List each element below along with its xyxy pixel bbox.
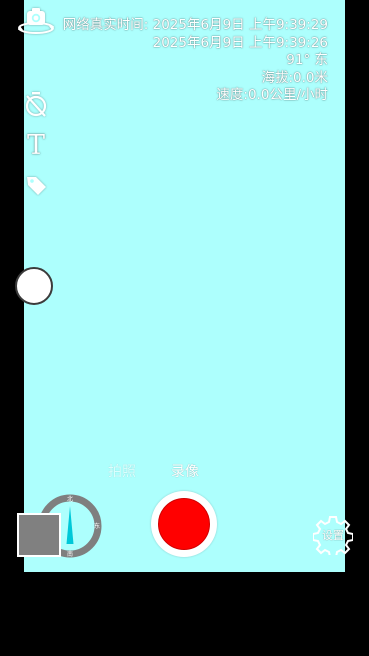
settings-button[interactable]: 设置 [312, 515, 354, 558]
text-icon-glyph: T [26, 129, 45, 161]
settings-label: 设置 [322, 529, 344, 542]
compass-north-label: 北 [67, 495, 73, 503]
timer-off-icon[interactable] [24, 91, 48, 117]
compass-needle [66, 506, 74, 544]
record-button-inner [158, 498, 210, 550]
timestamp-watermark: 网络真实时间: 2025年6月9日 上午9:39:29 2025年6月9日 上午… [63, 17, 328, 105]
tab-photo[interactable]: 拍照 [108, 461, 136, 481]
tab-video[interactable]: 录像 [171, 461, 199, 481]
focus-ring[interactable] [15, 267, 53, 305]
camera-screen: 网络真实时间: 2025年6月9日 上午9:39:29 2025年6月9日 上午… [0, 0, 369, 656]
text-icon[interactable]: T [22, 129, 50, 161]
tag-icon[interactable] [24, 173, 48, 197]
device-time-text: 2025年6月9日 上午9:39:26 [152, 34, 328, 51]
speed-text: 速度:0.0公里/小时 [216, 87, 328, 104]
record-button[interactable] [151, 491, 217, 557]
heading-text: 91° 东 [286, 52, 328, 69]
altitude-text: 海拔:0.0米 [261, 69, 328, 86]
compass-south-label: 南 [67, 550, 73, 558]
compass-east-label: 东 [94, 522, 100, 530]
network-time-text: 网络真实时间: 2025年6月9日 上午9:39:29 [62, 17, 328, 33]
camera-flip-icon[interactable] [16, 6, 56, 36]
gallery-thumbnail[interactable] [17, 513, 61, 557]
